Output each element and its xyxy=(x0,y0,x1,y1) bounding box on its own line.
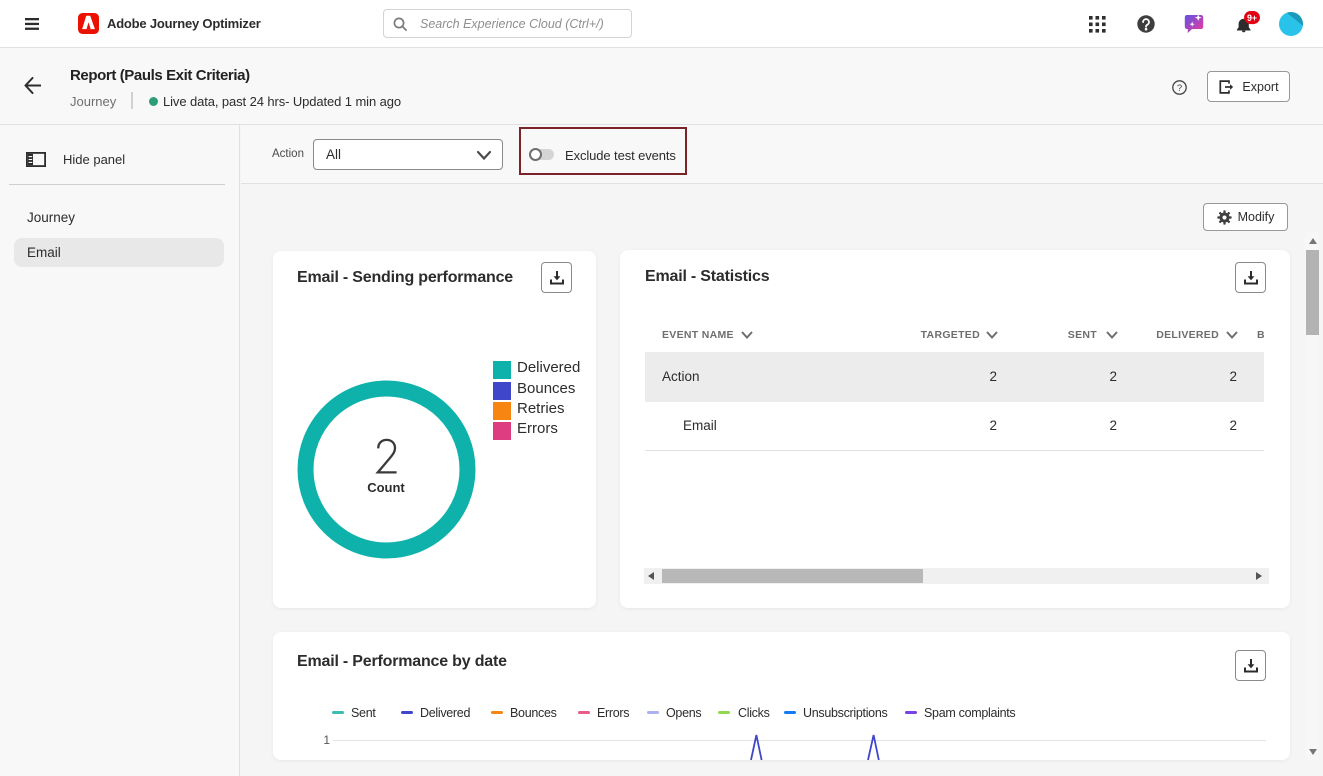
svg-text:9+: 9+ xyxy=(1247,13,1257,23)
svg-text:?: ? xyxy=(1177,83,1182,94)
